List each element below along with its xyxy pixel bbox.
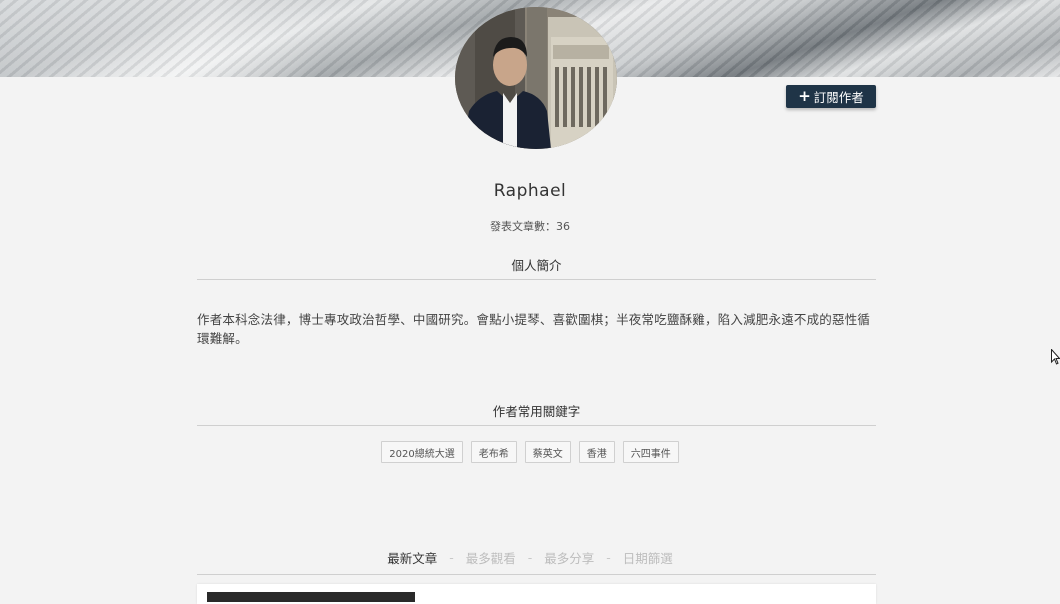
keyword-tags: 2020總統大選 老布希 蔡英文 香港 六四事件 bbox=[0, 441, 1060, 463]
bio-title: 個人簡介 bbox=[511, 258, 562, 273]
keyword-tag[interactable]: 香港 bbox=[578, 441, 615, 463]
mouse-cursor-icon bbox=[1051, 349, 1060, 365]
bio-text: 作者本科念法律，博士專攻政治哲學、中國研究。會點小提琴、喜歡圍棋；半夜常吃鹽酥雞… bbox=[197, 312, 871, 346]
subscribe-label: 訂閱作者 bbox=[813, 90, 864, 105]
post-count: 發表文章數：36 bbox=[490, 220, 570, 233]
keyword-tag[interactable]: 六四事件 bbox=[622, 441, 679, 463]
tab-most-viewed[interactable]: 最多觀看 bbox=[466, 548, 516, 567]
tab-separator: - bbox=[527, 550, 533, 565]
keyword-tag[interactable]: 老布希 bbox=[470, 441, 517, 463]
article-thumbnail[interactable] bbox=[207, 592, 415, 602]
article-card[interactable] bbox=[197, 584, 876, 604]
keywords-title: 作者常用關鍵字 bbox=[492, 404, 581, 419]
tabs-divider bbox=[197, 574, 876, 575]
subscribe-button[interactable]: + 訂閱作者 bbox=[786, 85, 876, 108]
keyword-tag[interactable]: 蔡英文 bbox=[524, 441, 571, 463]
plus-icon: + bbox=[798, 87, 811, 105]
tab-separator: - bbox=[449, 550, 454, 565]
author-name: Raphael bbox=[493, 181, 567, 201]
article-tabs: 最新文章 - 最多觀看 - 最多分享 - 日期篩選 bbox=[0, 548, 1060, 567]
tab-date-filter[interactable]: 日期篩選 bbox=[623, 548, 673, 567]
bio-divider bbox=[197, 279, 876, 280]
tab-most-shared[interactable]: 最多分享 bbox=[544, 548, 594, 567]
avatar-photo bbox=[455, 7, 617, 149]
keyword-tag[interactable]: 2020總統大選 bbox=[381, 441, 463, 463]
tab-latest[interactable]: 最新文章 bbox=[387, 548, 437, 567]
tab-separator: - bbox=[606, 550, 611, 565]
keywords-divider bbox=[197, 425, 876, 426]
avatar bbox=[455, 7, 617, 149]
